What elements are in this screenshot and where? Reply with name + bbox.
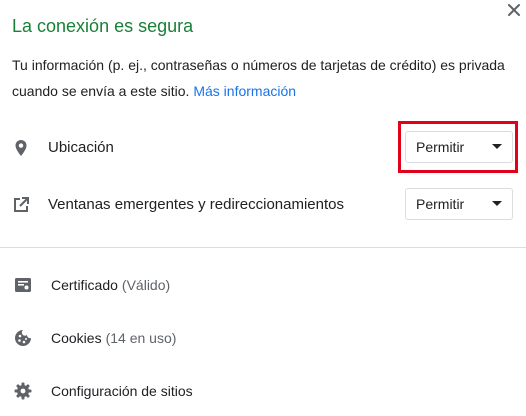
chevron-down-icon (492, 144, 502, 149)
certificate-icon (13, 275, 33, 295)
open-in-new-icon (11, 195, 31, 215)
certificate-status: (Válido) (121, 277, 171, 293)
menu-item-site-settings[interactable]: Configuración de sitios (0, 371, 526, 411)
cookie-icon (13, 328, 33, 348)
close-icon (508, 4, 520, 16)
more-info-link[interactable]: Más información (193, 83, 296, 99)
permission-row-popups: Ventanas emergentes y redireccionamiento… (0, 185, 526, 225)
security-description: Tu información (p. ej., contraseñas o nú… (12, 52, 512, 104)
connection-secure-title: La conexión es segura (12, 16, 194, 36)
popups-permission-select[interactable]: Permitir (405, 188, 513, 220)
location-permission-select[interactable]: Permitir (405, 131, 513, 163)
menu-item-certificate[interactable]: Certificado (Válido) (0, 265, 526, 305)
menu-label-site-settings: Configuración de sitios (51, 383, 193, 399)
close-button[interactable] (506, 2, 522, 18)
menu-item-cookies[interactable]: Cookies (14 en uso) (0, 318, 526, 358)
cookies-count: (14 en uso) (105, 330, 177, 346)
divider (0, 247, 526, 248)
menu-label-cookies: Cookies (51, 330, 102, 346)
location-pin-icon (11, 138, 31, 158)
gear-icon (13, 381, 33, 401)
permission-row-location: Ubicación Permitir (0, 128, 526, 168)
menu-label-certificate: Certificado (51, 277, 118, 293)
location-permission-value: Permitir (416, 139, 465, 155)
chevron-down-icon (492, 201, 502, 206)
permission-label-popups: Ventanas emergentes y redireccionamiento… (48, 196, 345, 213)
site-info-popup: La conexión es segura Tu información (p.… (0, 0, 526, 416)
permission-label-location: Ubicación (48, 139, 114, 156)
popups-permission-value: Permitir (416, 196, 465, 212)
